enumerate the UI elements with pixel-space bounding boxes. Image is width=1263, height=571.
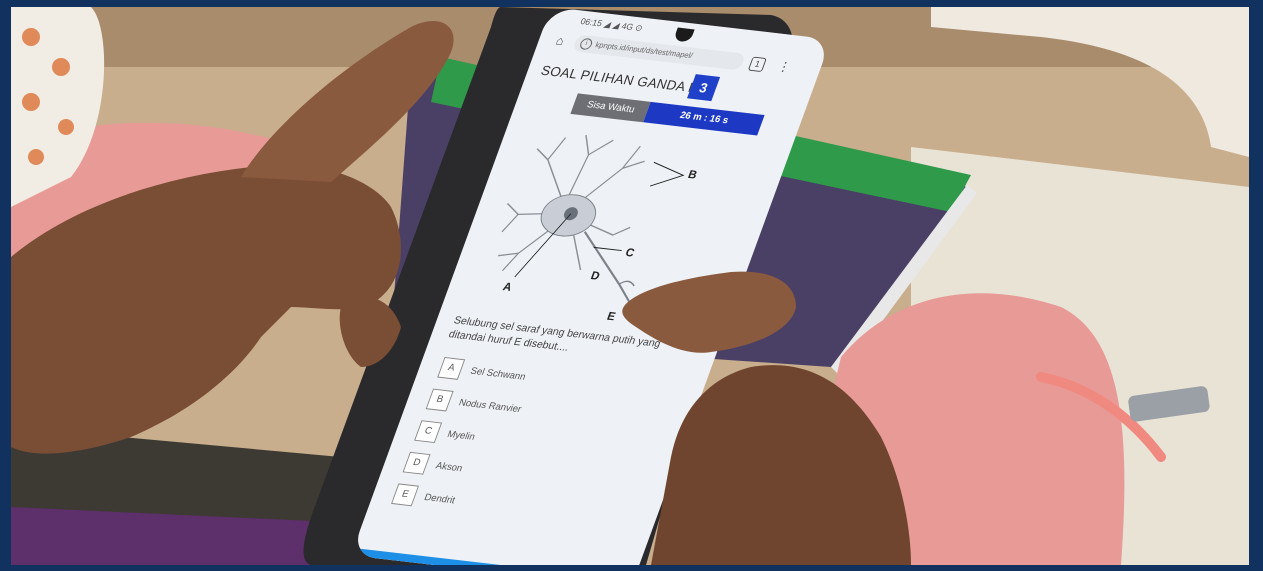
image-frame: 06:15 ◢ ◢ 4G ⊙ ⌂ i kpnpts.id/input/ds/te… [0,0,1263,571]
hands-overlay [11,21,911,565]
right-hand [651,365,911,565]
photo: 06:15 ◢ ◢ 4G ⊙ ⌂ i kpnpts.id/input/ds/te… [11,7,1249,565]
right-index-finger [622,271,796,353]
left-thumb [241,21,454,183]
left-finger [339,296,401,367]
